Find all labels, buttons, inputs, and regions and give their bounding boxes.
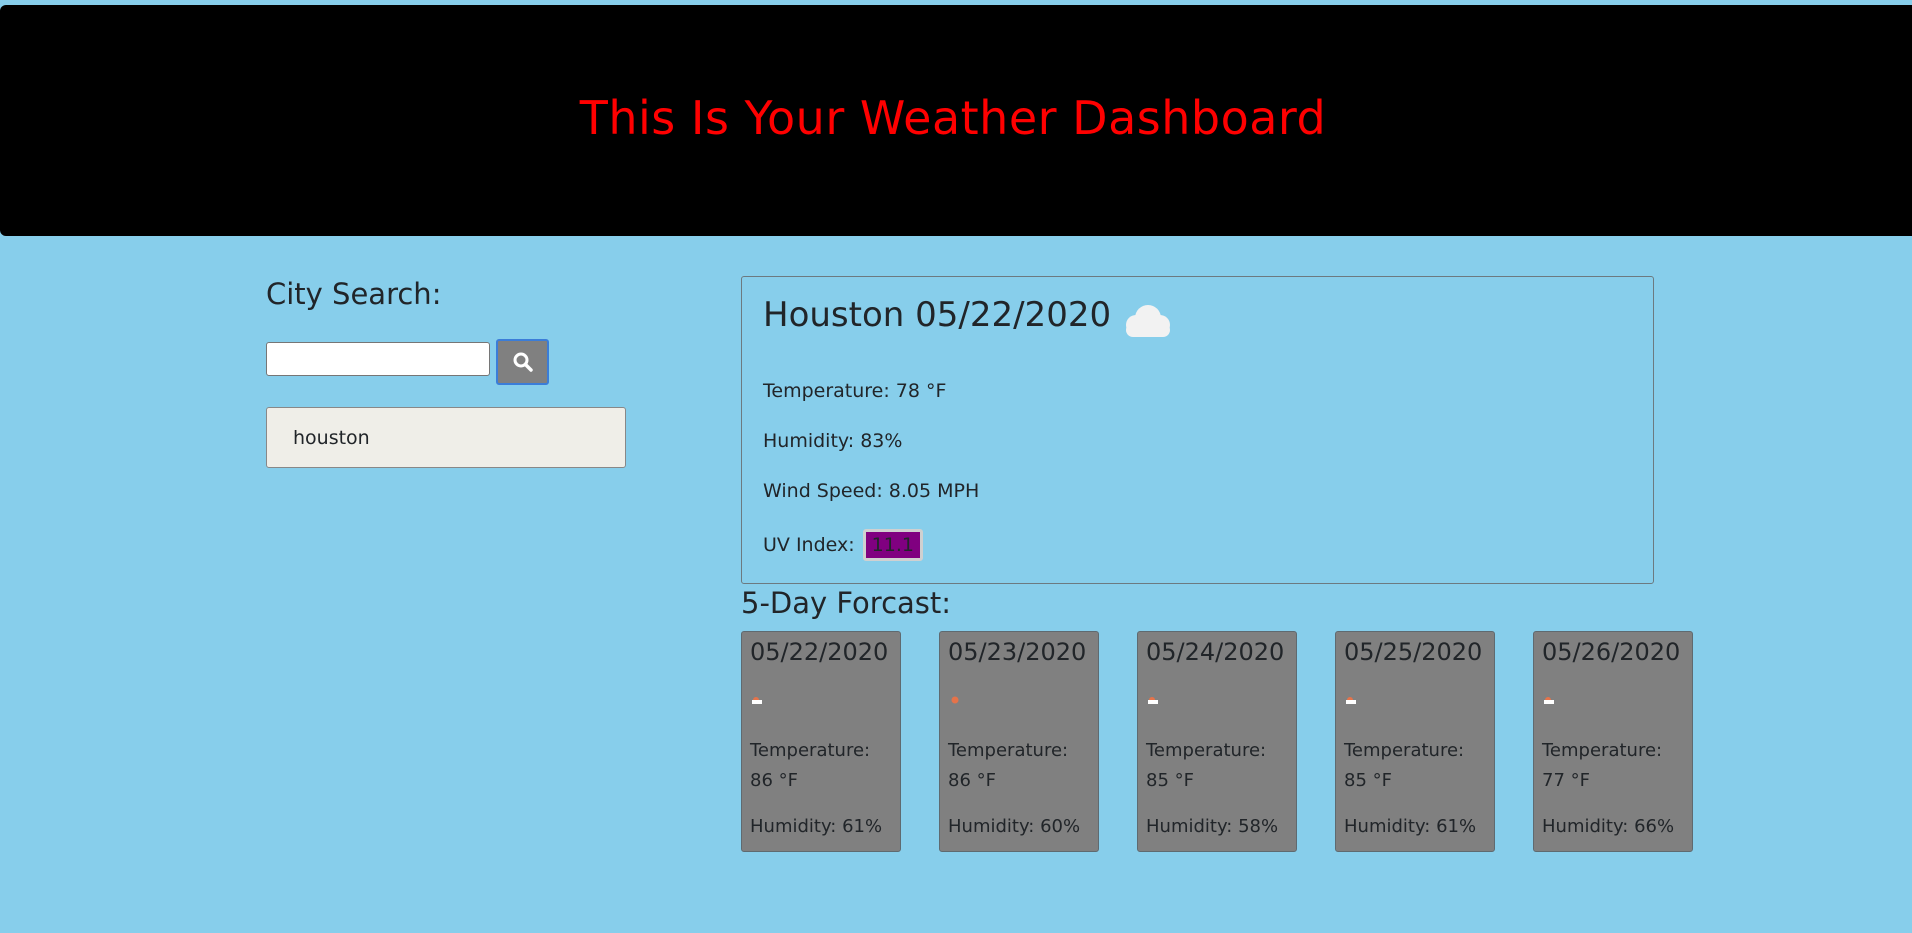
- current-wind-speed: Wind Speed: 8.05 MPH: [763, 480, 980, 502]
- current-city-date: Houston 05/22/2020: [763, 295, 1112, 335]
- search-button[interactable]: [496, 339, 549, 385]
- search-history-label: houston: [293, 426, 370, 449]
- forecast-date: 05/25/2020: [1344, 638, 1483, 666]
- forecast-humidity: Humidity: 61%: [1344, 816, 1477, 837]
- forecast-date: 05/24/2020: [1146, 638, 1285, 666]
- forecast-date: 05/22/2020: [750, 638, 889, 666]
- cloud-icon: [1126, 305, 1170, 337]
- current-weather-card: Houston 05/22/2020 Temperature: 78 °F Hu…: [741, 276, 1654, 584]
- forecast-heading: 5-Day Forcast:: [741, 586, 952, 620]
- few-clouds-icon: [1148, 697, 1158, 704]
- forecast-temperature: Temperature: 77 °F: [1542, 740, 1663, 791]
- forecast-card: 05/25/2020 Temperature: 85 °F Humidity: …: [1335, 631, 1495, 852]
- clear-sun-icon: [951, 696, 959, 704]
- search-icon: [513, 352, 533, 372]
- forecast-temperature: Temperature: 86 °F: [750, 740, 871, 791]
- forecast-humidity: Humidity: 66%: [1542, 816, 1675, 837]
- search-history-item[interactable]: houston: [266, 407, 626, 468]
- header-banner: This Is Your Weather Dashboard: [0, 5, 1912, 236]
- forecast-card: 05/23/2020 Temperature: 86 °F Humidity: …: [939, 631, 1099, 852]
- forecast-card: 05/26/2020 Temperature: 77 °F Humidity: …: [1533, 631, 1693, 852]
- forecast-humidity: Humidity: 61%: [750, 816, 883, 837]
- forecast-temperature: Temperature: 86 °F: [948, 740, 1069, 791]
- few-clouds-icon: [1346, 697, 1356, 704]
- few-clouds-icon: [752, 697, 762, 704]
- uv-index-label: UV Index:: [763, 534, 855, 556]
- forecast-temperature: Temperature: 85 °F: [1344, 740, 1465, 791]
- forecast-temperature: Temperature: 85 °F: [1146, 740, 1267, 791]
- forecast-humidity: Humidity: 58%: [1146, 816, 1279, 837]
- city-search-input[interactable]: [266, 342, 490, 376]
- current-temperature: Temperature: 78 °F: [763, 380, 947, 402]
- forecast-card: 05/22/2020 Temperature: 86 °F Humidity: …: [741, 631, 901, 852]
- current-humidity: Humidity: 83%: [763, 430, 903, 452]
- forecast-date: 05/23/2020: [948, 638, 1087, 666]
- uv-index-row: UV Index: 11.1: [763, 529, 923, 561]
- uv-index-badge: 11.1: [862, 529, 923, 561]
- forecast-card: 05/24/2020 Temperature: 85 °F Humidity: …: [1137, 631, 1297, 852]
- city-search-heading: City Search:: [266, 277, 442, 311]
- forecast-date: 05/26/2020: [1542, 638, 1681, 666]
- few-clouds-icon: [1544, 697, 1554, 704]
- forecast-humidity: Humidity: 60%: [948, 816, 1081, 837]
- page-title: This Is Your Weather Dashboard: [579, 90, 1327, 145]
